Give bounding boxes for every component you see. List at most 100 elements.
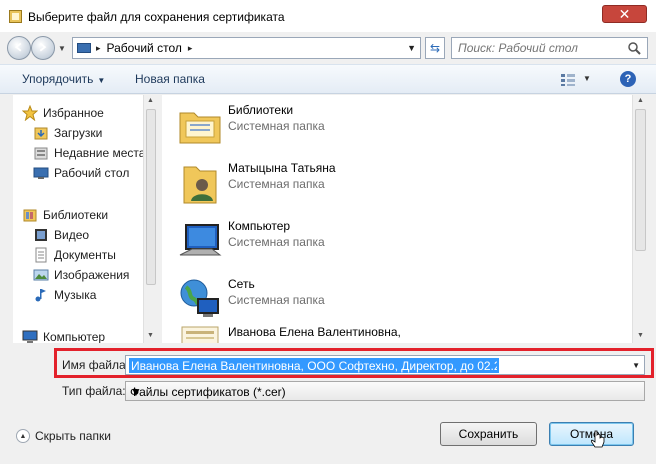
file-type: Системная папка xyxy=(228,177,325,191)
sidebar-item-documents[interactable]: Документы xyxy=(13,245,143,265)
pictures-icon xyxy=(33,269,49,281)
recent-places-icon xyxy=(34,147,48,160)
chevron-down-icon[interactable]: ▼ xyxy=(632,361,640,370)
sidebar-item-computer[interactable]: Компьютер xyxy=(13,327,143,343)
forward-button[interactable] xyxy=(31,36,55,60)
certificate-file-icon xyxy=(181,326,219,343)
help-button[interactable]: ? xyxy=(620,71,636,87)
mouse-cursor-icon xyxy=(591,430,605,448)
title-bar: Выберите файл для сохранения сертификата… xyxy=(0,0,656,32)
breadcrumb-arrow-icon[interactable]: ▸ xyxy=(188,43,193,54)
file-name: Иванова Елена Валентиновна, xyxy=(228,325,401,339)
save-certificate-dialog: Выберите файл для сохранения сертификата… xyxy=(0,0,656,464)
new-folder-label: Новая папка xyxy=(135,72,205,86)
libraries-folder-icon xyxy=(179,112,221,144)
address-toolbar: ▼ ▸ Рабочий стол ▸ ▼ ⇆ xyxy=(0,32,656,60)
filename-input[interactable] xyxy=(129,358,499,373)
close-button[interactable]: ✕ xyxy=(602,5,647,23)
hide-folders-label: Скрыть папки xyxy=(35,429,111,443)
sidebar-item-label: Избранное xyxy=(43,106,104,120)
address-dropdown-icon[interactable]: ▼ xyxy=(407,43,416,53)
desktop-icon xyxy=(77,43,91,53)
command-toolbar: Упорядочить ▼ Новая папка ▼ ? xyxy=(0,64,656,94)
view-options-icon[interactable] xyxy=(560,73,576,87)
search-input[interactable] xyxy=(452,38,622,58)
chevron-up-icon: ▲ xyxy=(16,429,30,443)
scroll-up-icon[interactable]: ▲ xyxy=(147,97,154,104)
organize-label: Упорядочить xyxy=(22,72,94,86)
sidebar-item-label: Загрузки xyxy=(54,126,103,140)
sidebar-item-downloads[interactable]: Загрузки xyxy=(13,123,143,143)
chevron-down-icon: ▼ xyxy=(97,76,106,85)
organize-button[interactable]: Упорядочить ▼ xyxy=(22,72,105,86)
computer-icon xyxy=(22,330,38,343)
search-icon[interactable] xyxy=(627,41,641,55)
sidebar-item-desktop[interactable]: Рабочий стол xyxy=(13,163,143,183)
forward-arrow-icon xyxy=(39,42,47,52)
list-item[interactable]: Иванова Елена Валентиновна, ООО Софтехно… xyxy=(174,319,614,343)
filetype-label: Тип файла: xyxy=(62,384,126,398)
list-item[interactable]: Матыцына Татьяна Системная папка xyxy=(174,155,614,211)
sidebar-item-favorites[interactable]: Избранное xyxy=(13,103,143,123)
refresh-icon: ⇆ xyxy=(429,41,441,55)
file-type: ООО Софтехно, Директор, до 02... xyxy=(228,341,421,343)
computer-icon xyxy=(179,224,222,256)
sidebar-item-music[interactable]: Музыка xyxy=(13,285,143,305)
file-list: Библиотеки Системная папка Матыцына Тать… xyxy=(162,95,632,343)
filename-combobox[interactable]: ▼ xyxy=(125,355,645,375)
file-name: Матыцына Татьяна xyxy=(228,161,336,175)
scroll-down-icon[interactable]: ▼ xyxy=(637,332,644,339)
chevron-down-icon[interactable]: ▼ xyxy=(130,385,640,399)
scrollbar-thumb[interactable] xyxy=(635,109,646,251)
desktop-icon xyxy=(33,167,49,179)
downloads-folder-icon xyxy=(34,127,48,140)
back-arrow-icon xyxy=(14,42,22,52)
sidebar-item-label: Изображения xyxy=(54,268,130,282)
navigation-pane: Избранное Загрузки Недавние места Рабочи… xyxy=(13,95,157,343)
music-icon xyxy=(35,289,46,302)
file-type: Системная папка xyxy=(228,293,325,307)
libraries-icon xyxy=(23,209,37,222)
search-field[interactable] xyxy=(451,37,648,59)
sidebar-item-pictures[interactable]: Изображения xyxy=(13,265,143,285)
filetype-select[interactable]: Файлы сертификатов (*.cer) ▼ xyxy=(125,381,645,401)
sidebar-item-label: Недавние места xyxy=(54,146,146,160)
certificate-app-icon xyxy=(9,10,22,23)
sidebar-item-video[interactable]: Видео xyxy=(13,225,143,245)
sidebar-item-libraries[interactable]: Библиотеки xyxy=(13,205,143,225)
scroll-down-icon[interactable]: ▼ xyxy=(147,332,154,339)
sidebar-item-label: Рабочий стол xyxy=(54,166,130,180)
address-path[interactable]: Рабочий стол xyxy=(107,41,182,55)
save-button[interactable]: Сохранить xyxy=(440,422,537,446)
video-icon xyxy=(35,229,47,241)
breadcrumb-separator-icon[interactable]: ▸ xyxy=(96,43,101,54)
close-icon: ✕ xyxy=(618,6,631,22)
new-folder-button[interactable]: Новая папка xyxy=(135,72,205,86)
recent-pages-dropdown-icon[interactable]: ▼ xyxy=(58,44,66,53)
list-item[interactable]: Библиотеки Системная папка xyxy=(174,97,614,153)
sidebar-item-label: Компьютер xyxy=(43,330,106,343)
star-icon xyxy=(22,105,38,121)
sidebar-item-label: Видео xyxy=(54,228,90,242)
file-type: Системная папка xyxy=(228,235,325,249)
view-dropdown-icon[interactable]: ▼ xyxy=(583,74,591,83)
scroll-up-icon[interactable]: ▲ xyxy=(637,97,644,104)
documents-icon xyxy=(35,247,47,263)
user-folder-icon xyxy=(183,166,217,204)
scrollbar-thumb[interactable] xyxy=(146,109,156,285)
network-icon xyxy=(180,279,219,317)
hide-folders-toggle[interactable]: ▲ Скрыть папки xyxy=(16,429,111,443)
sidebar-item-label: Документы xyxy=(54,248,116,262)
help-icon: ? xyxy=(624,73,632,85)
file-list-scrollbar[interactable]: ▲ ▼ xyxy=(632,95,648,343)
back-button[interactable] xyxy=(7,36,31,60)
sidebar-item-recent-places[interactable]: Недавние места xyxy=(13,143,146,163)
file-name: Сеть xyxy=(228,277,255,291)
address-bar[interactable]: ▸ Рабочий стол ▸ ▼ xyxy=(72,37,421,59)
refresh-button[interactable]: ⇆ xyxy=(425,37,445,59)
filename-label: Имя файла: xyxy=(62,358,129,372)
list-item[interactable]: Компьютер Системная папка xyxy=(174,213,614,269)
window-title: Выберите файл для сохранения сертификата xyxy=(28,10,285,24)
navigation-scrollbar[interactable]: ▲ ▼ xyxy=(143,95,157,343)
sidebar-item-label: Библиотеки xyxy=(43,208,109,222)
